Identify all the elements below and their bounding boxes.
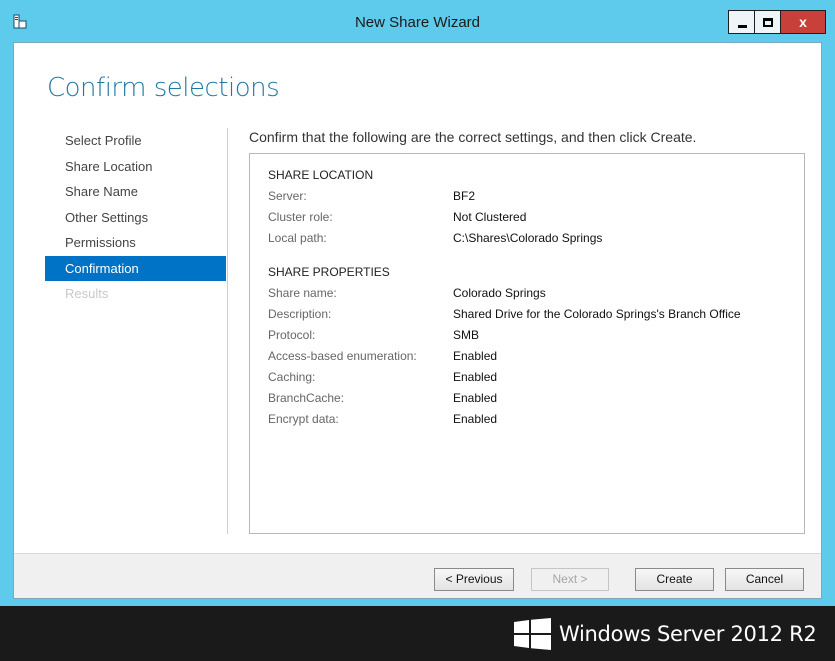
summary-row-cluster-role: Cluster role: Not Clustered [268,210,788,226]
summary-value: Shared Drive for the Colorado Springs's … [453,307,741,321]
summary-value: SMB [453,328,480,342]
nav-item-other-settings[interactable]: Other Settings [45,205,226,231]
close-icon: x [799,14,807,30]
close-button[interactable]: x [780,10,826,34]
nav-item-results: Results [65,286,109,301]
confirmation-summary-panel: SHARE LOCATION Server: BF2 Cluster role:… [249,153,805,534]
summary-row-share-name: Share name: Colorado Springs [268,286,788,302]
summary-value: Colorado Springs [453,286,546,300]
wizard-window: New Share Wizard x Confirm selections Se… [0,0,835,606]
cancel-button[interactable]: Cancel [725,568,804,591]
windows-logo-icon [514,618,551,650]
summary-row-protocol: Protocol: SMB [268,328,788,344]
summary-row-server: Server: BF2 [268,189,788,205]
minimize-button[interactable] [728,10,755,34]
summary-value: BF2 [453,189,476,203]
share-location-heading: SHARE LOCATION [268,168,374,182]
summary-value: Enabled [453,412,498,426]
windows-server-branding: Windows Server 2012 R2 [514,617,817,651]
summary-label: Description: [268,307,332,321]
summary-row-encrypt-data: Encrypt data: Enabled [268,412,788,428]
instruction-text: Confirm that the following are the corre… [249,129,697,145]
maximize-button[interactable] [754,10,781,34]
create-button[interactable]: Create [635,568,714,591]
next-button: Next > [531,568,609,591]
summary-value: Enabled [453,349,498,363]
nav-divider [227,128,228,534]
nav-item-permissions[interactable]: Permissions [45,230,226,256]
nav-item-share-location[interactable]: Share Location [45,154,226,180]
summary-label: Protocol: [268,328,316,342]
summary-label: Access-based enumeration: [268,349,417,363]
summary-row-access-based-enumeration: Access-based enumeration: Enabled [268,349,788,365]
maximize-icon [762,17,773,27]
previous-button[interactable]: < Previous [434,568,514,591]
summary-label: Local path: [268,231,327,245]
summary-row-local-path: Local path: C:\Shares\Colorado Springs [268,231,788,247]
summary-label: Server: [268,189,307,203]
summary-row-branchcache: BranchCache: Enabled [268,391,788,407]
nav-item-select-profile[interactable]: Select Profile [45,128,226,154]
branding-text: Windows Server 2012 R2 [559,622,817,646]
summary-row-caching: Caching: Enabled [268,370,788,386]
summary-value: Enabled [453,391,498,405]
minimize-icon [737,24,747,28]
window-title: New Share Wizard [354,14,481,31]
summary-row-description: Description: Shared Drive for the Colora… [268,307,788,323]
nav-item-share-name[interactable]: Share Name [45,179,226,205]
summary-label: Caching: [268,370,316,384]
summary-label: BranchCache: [268,391,345,405]
summary-value: Not Clustered [453,210,527,224]
summary-label: Share name: [268,286,337,300]
summary-value: C:\Shares\Colorado Springs [453,231,603,245]
summary-label: Encrypt data: [268,412,339,426]
summary-value: Enabled [453,370,498,384]
summary-label: Cluster role: [268,210,333,224]
wizard-steps-nav: Select Profile Share Location Share Name… [45,128,226,307]
wizard-footer: < Previous Next > Create Cancel [14,553,821,598]
share-properties-heading: SHARE PROPERTIES [268,265,390,279]
page-title: Confirm selections [47,73,280,103]
wizard-content: Confirm selections Select Profile Share … [13,42,822,599]
nav-item-confirmation[interactable]: Confirmation [45,255,226,281]
